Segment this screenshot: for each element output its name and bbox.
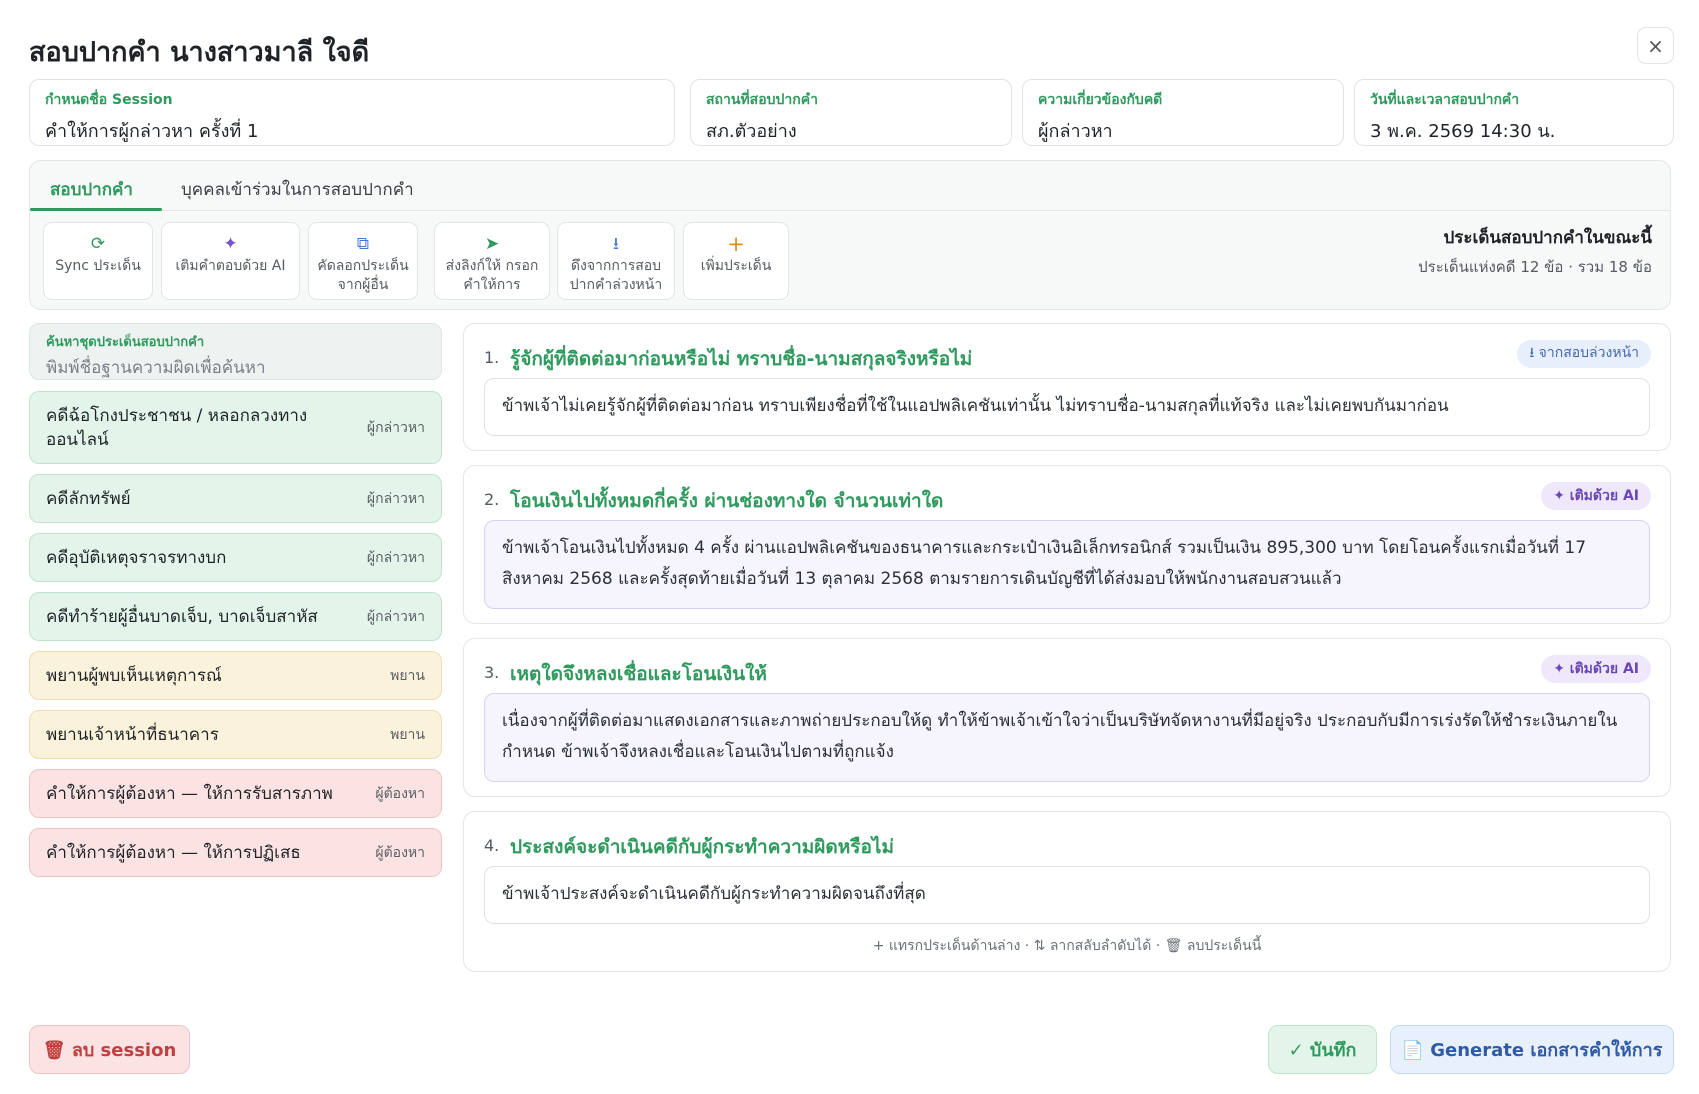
question-number: 1. bbox=[484, 348, 500, 367]
active-tab-indicator bbox=[30, 208, 162, 211]
ai-filled-badge: ✦ เติมด้วย AI bbox=[1541, 482, 1651, 510]
case-set-item[interactable]: คดีลักทรัพย์ ผู้กล่าวหา bbox=[29, 474, 442, 523]
current-topics-title: ประเด็นสอบปากคำในขณะนี้ bbox=[1443, 228, 1652, 248]
question-number: 2. bbox=[484, 490, 500, 509]
question-card: 4. ประสงค์จะดำเนินคดีกับผู้กระทำความผิดห… bbox=[463, 811, 1671, 972]
pre-interview-badge: ⭳ จากสอบล่วงหน้า bbox=[1517, 340, 1651, 368]
tab-interrogation[interactable]: สอบปากคำ bbox=[50, 176, 133, 203]
case-set-name: พยานเจ้าหน้าที่ธนาคาร bbox=[46, 724, 219, 745]
question-card: 2. โอนเงินไปทั้งหมดกี่ครั้ง ผ่านช่องทางใ… bbox=[463, 465, 1671, 624]
case-set-item[interactable]: คดีฉ้อโกงประชาชน / หลอกลวงทาง ออนไลน์ ผู… bbox=[29, 391, 442, 464]
tab-participants[interactable]: บุคคลเข้าร่วมในการสอบปากคำ bbox=[181, 176, 414, 203]
question-actions-hint[interactable]: + แทรกประเด็นด้านล่าง · ⇅ ลากสลับลำดับได… bbox=[464, 935, 1670, 957]
case-set-item[interactable]: พยานผู้พบเห็นเหตุการณ์ พยาน bbox=[29, 651, 442, 700]
case-set-name: คดีลักทรัพย์ bbox=[46, 488, 131, 509]
field-label: วันที่และเวลาสอบปากคำ bbox=[1370, 92, 1520, 108]
field-value: คำให้การผู้กล่าวหา ครั้งที่ 1 bbox=[45, 121, 259, 142]
download-icon: ⭳ bbox=[613, 234, 619, 254]
case-set-item[interactable]: พยานเจ้าหน้าที่ธนาคาร พยาน bbox=[29, 710, 442, 759]
tab-bar: สอบปากคำ บุคคลเข้าร่วมในการสอบปากคำ bbox=[30, 161, 1670, 211]
case-set-role: ผู้ต้องหา bbox=[375, 844, 425, 861]
case-set-role: ผู้กล่าวหา bbox=[366, 419, 425, 436]
send-icon: ➤ bbox=[484, 234, 500, 254]
field-value: ผู้กล่าวหา bbox=[1038, 121, 1113, 142]
send-link-button[interactable]: ➤ ส่งลิงก์ให้ กรอกคำให้การ bbox=[434, 222, 550, 300]
case-set-name: พยานผู้พบเห็นเหตุการณ์ bbox=[46, 665, 222, 686]
delete-session-button[interactable]: 🗑 ลบ session bbox=[29, 1025, 190, 1074]
relation-field[interactable]: ความเกี่ยวข้องกับคดี ผู้กล่าวหา bbox=[1022, 79, 1344, 146]
tool-label: ส่งลิงก์ให้ กรอกคำให้การ bbox=[445, 258, 539, 293]
current-topics-summary: ประเด็นแห่งคดี 12 ข้อ · รวม 18 ข้อ bbox=[1418, 258, 1652, 276]
field-value: สภ.ตัวอย่าง bbox=[706, 121, 797, 142]
case-set-role: ผู้กล่าวหา bbox=[366, 608, 425, 625]
sync-icon: ⟳ bbox=[90, 234, 106, 254]
sparkle-icon: ✦ bbox=[223, 234, 238, 254]
tool-label: เพิ่มประเด็น bbox=[700, 258, 772, 274]
generate-document-button[interactable]: 📄 Generate เอกสารคำให้การ bbox=[1390, 1025, 1674, 1074]
question-text: โอนเงินไปทั้งหมดกี่ครั้ง ผ่านช่องทางใด จ… bbox=[510, 490, 944, 512]
ai-filled-badge: ✦ เติมด้วย AI bbox=[1541, 655, 1651, 683]
question-text: เหตุใดจึงหลงเชื่อและโอนเงินให้ bbox=[510, 663, 767, 685]
question-card: 1. รู้จักผู้ที่ติดต่อมาก่อนหรือไม่ ทราบช… bbox=[463, 323, 1671, 451]
tool-label: ดึงจากการสอบ ปากคำล่วงหน้า bbox=[569, 258, 663, 293]
answer-field[interactable]: ข้าพเจ้าไม่เคยรู้จักผู้ที่ติดต่อมาก่อน ท… bbox=[484, 378, 1650, 436]
case-set-role: พยาน bbox=[390, 726, 425, 743]
case-set-role: ผู้ต้องหา bbox=[375, 785, 425, 802]
add-topic-button[interactable]: + เพิ่มประเด็น bbox=[683, 222, 789, 300]
case-set-name: คำให้การผู้ต้องหา — ให้การปฏิเสธ bbox=[46, 842, 301, 863]
case-set-role: ผู้กล่าวหา bbox=[366, 490, 425, 507]
ai-fill-button[interactable]: ✦ เติมคำตอบด้วย AI bbox=[161, 222, 300, 300]
search-placeholder: พิมพ์ชื่อฐานความผิดเพื่อค้นหา bbox=[46, 358, 266, 378]
session-name-field[interactable]: กำหนดชื่อ Session คำให้การผู้กล่าวหา ครั… bbox=[29, 79, 675, 146]
question-number: 4. bbox=[484, 836, 500, 855]
answer-field[interactable]: ข้าพเจ้าประสงค์จะดำเนินคดีกับผู้กระทำควา… bbox=[484, 866, 1650, 924]
question-text: รู้จักผู้ที่ติดต่อมาก่อนหรือไม่ ทราบชื่อ… bbox=[510, 348, 973, 370]
sync-topics-button[interactable]: ⟳ Sync ประเด็น bbox=[43, 222, 153, 300]
case-set-name: คดีอุบัติเหตุจราจรทางบก bbox=[46, 547, 227, 568]
close-button[interactable]: × bbox=[1637, 27, 1674, 64]
save-button[interactable]: ✓ บันทึก bbox=[1268, 1025, 1377, 1074]
field-label: สถานที่สอบปากคำ bbox=[706, 92, 818, 108]
case-set-role: พยาน bbox=[390, 667, 425, 684]
import-pre-interview-button[interactable]: ⭳ ดึงจากการสอบ ปากคำล่วงหน้า bbox=[557, 222, 675, 300]
question-text: ประสงค์จะดำเนินคดีกับผู้กระทำความผิดหรือ… bbox=[510, 836, 894, 858]
tool-label: Sync ประเด็น bbox=[55, 258, 141, 274]
case-set-name: คดีฉ้อโกงประชาชน / หลอกลวงทาง ออนไลน์ bbox=[46, 405, 308, 450]
search-label: ค้นหาชุดประเด็นสอบปากคำ bbox=[46, 335, 205, 350]
tool-label: เติมคำตอบด้วย AI bbox=[175, 258, 286, 274]
copy-icon: ⧉ bbox=[356, 234, 370, 254]
plus-icon: + bbox=[727, 232, 745, 256]
question-card: 3. เหตุใดจึงหลงเชื่อและโอนเงินให้ ✦ เติม… bbox=[463, 638, 1671, 797]
case-set-name: คดีทำร้ายผู้อื่นบาดเจ็บ, บาดเจ็บสาหัส bbox=[46, 606, 318, 627]
tool-label: คัดลอกประเด็น จากผู้อื่น bbox=[317, 258, 409, 293]
answer-field[interactable]: ข้าพเจ้าโอนเงินไปทั้งหมด 4 ครั้ง ผ่านแอป… bbox=[484, 520, 1650, 609]
close-icon: × bbox=[1647, 33, 1664, 58]
case-set-item[interactable]: คำให้การผู้ต้องหา — ให้การรับสารภาพ ผู้ต… bbox=[29, 769, 442, 818]
answer-field[interactable]: เนื่องจากผู้ที่ติดต่อมาแสดงเอกสารและภาพถ… bbox=[484, 693, 1650, 782]
case-set-role: ผู้กล่าวหา bbox=[366, 549, 425, 566]
field-value: 3 พ.ค. 2569 14:30 น. bbox=[1370, 121, 1556, 142]
toolbar-panel: สอบปากคำ บุคคลเข้าร่วมในการสอบปากคำ ⟳ Sy… bbox=[29, 160, 1671, 310]
page-title: สอบปากคำ นางสาวมาลี ใจดี bbox=[29, 37, 370, 68]
topic-search-input[interactable]: ค้นหาชุดประเด็นสอบปากคำ พิมพ์ชื่อฐานความ… bbox=[29, 323, 442, 380]
location-field[interactable]: สถานที่สอบปากคำ สภ.ตัวอย่าง bbox=[690, 79, 1012, 146]
case-set-item[interactable]: คดีอุบัติเหตุจราจรทางบก ผู้กล่าวหา bbox=[29, 533, 442, 582]
field-label: กำหนดชื่อ Session bbox=[45, 92, 173, 108]
case-set-item[interactable]: คดีทำร้ายผู้อื่นบาดเจ็บ, บาดเจ็บสาหัส ผู… bbox=[29, 592, 442, 641]
case-set-item[interactable]: คำให้การผู้ต้องหา — ให้การปฏิเสธ ผู้ต้อง… bbox=[29, 828, 442, 877]
question-number: 3. bbox=[484, 663, 500, 682]
field-label: ความเกี่ยวข้องกับคดี bbox=[1038, 92, 1163, 108]
case-set-name: คำให้การผู้ต้องหา — ให้การรับสารภาพ bbox=[46, 783, 333, 804]
datetime-field[interactable]: วันที่และเวลาสอบปากคำ 3 พ.ค. 2569 14:30 … bbox=[1354, 79, 1674, 146]
copy-topics-button[interactable]: ⧉ คัดลอกประเด็น จากผู้อื่น bbox=[308, 222, 418, 300]
